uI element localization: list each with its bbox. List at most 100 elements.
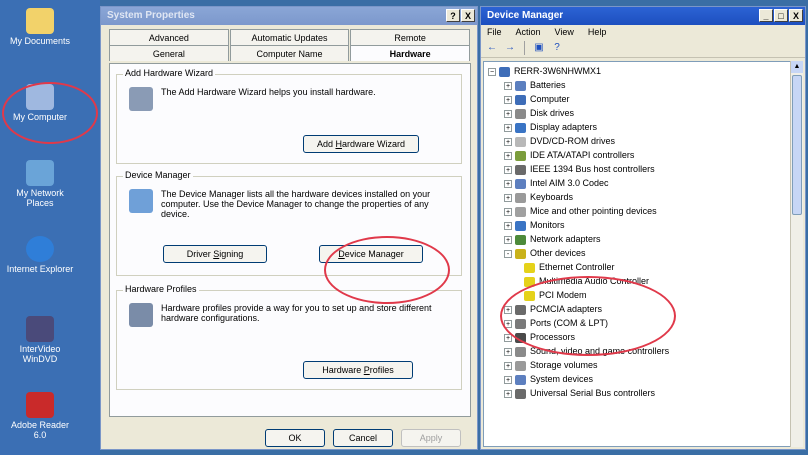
device-label: Other devices	[530, 248, 586, 258]
button-label-part: evice Manager	[344, 249, 404, 259]
expand-icon[interactable]: +	[504, 109, 512, 118]
button-label-part: rofiles	[369, 365, 394, 375]
device-category[interactable]: + Computer	[504, 92, 570, 106]
device-category[interactable]: + Sound, video and game controllers	[504, 344, 669, 358]
device-category[interactable]: + Mice and other pointing devices	[504, 204, 657, 218]
desktop-icon-internet-explorer[interactable]: Internet Explorer	[4, 236, 76, 274]
properties-icon[interactable]: ▣	[532, 41, 546, 55]
minimize-button[interactable]: _	[759, 9, 773, 22]
device-label: Ethernet Controller	[539, 262, 615, 272]
group-description: The Add Hardware Wizard helps you instal…	[161, 87, 376, 97]
device-label: IEEE 1394 Bus host controllers	[530, 164, 655, 174]
scroll-up-icon[interactable]: ▲	[791, 61, 803, 73]
back-arrow-icon[interactable]: ←	[485, 41, 499, 55]
scroll-thumb[interactable]	[792, 75, 802, 215]
menu-view[interactable]: View	[555, 25, 574, 39]
cancel-button[interactable]: Cancel	[333, 429, 393, 447]
internet-explorer-icon	[26, 236, 54, 262]
device-manager-button[interactable]: Device Manager	[319, 245, 423, 263]
device-category[interactable]: + Storage volumes	[504, 358, 598, 372]
tab-advanced[interactable]: Advanced	[109, 29, 229, 45]
expand-icon[interactable]: +	[504, 193, 512, 202]
expand-icon[interactable]: +	[504, 151, 512, 160]
hardware-profiles-button[interactable]: Hardware Profiles	[303, 361, 413, 379]
device-category[interactable]: + IEEE 1394 Bus host controllers	[504, 162, 655, 176]
desktop-icon-windvd[interactable]: InterVideo WinDVD	[4, 316, 76, 364]
tab-automatic-updates[interactable]: Automatic Updates	[229, 29, 350, 45]
expand-icon[interactable]: +	[504, 235, 512, 244]
close-button[interactable]: X	[461, 9, 475, 22]
add-hardware-wizard-button[interactable]: Add Hardware Wizard	[303, 135, 419, 153]
expand-icon[interactable]: +	[504, 319, 512, 328]
vertical-scrollbar[interactable]: ▲	[790, 61, 803, 447]
menu-help[interactable]: Help	[588, 25, 607, 39]
device-category[interactable]: + PCMCIA adapters	[504, 302, 602, 316]
device-label: PCMCIA adapters	[530, 304, 603, 314]
device-category[interactable]: + Network adapters	[504, 232, 601, 246]
device-category-icon	[515, 248, 526, 259]
menu-action[interactable]: Action	[516, 25, 541, 39]
tab-computer-name[interactable]: Computer Name	[229, 45, 350, 61]
device-item[interactable]: PCI Modem	[524, 288, 587, 302]
device-category[interactable]: + Ports (COM & LPT)	[504, 316, 608, 330]
expand-icon[interactable]: +	[504, 165, 512, 174]
device-category-icon	[515, 136, 526, 147]
collapse-icon[interactable]: −	[488, 67, 496, 76]
device-category[interactable]: + Display adapters	[504, 120, 597, 134]
expand-icon[interactable]: +	[504, 81, 512, 90]
expand-icon[interactable]: +	[504, 137, 512, 146]
unknown-device-icon	[524, 262, 535, 273]
expand-icon[interactable]: +	[504, 221, 512, 230]
menu-file[interactable]: File	[487, 25, 502, 39]
maximize-button[interactable]: □	[774, 9, 788, 22]
tree-root[interactable]: − RERR-3W6NHWMX1	[488, 64, 601, 78]
device-item[interactable]: Multimedia Audio Controller	[524, 274, 649, 288]
button-label-part: ardware Wizard	[341, 139, 406, 149]
device-category[interactable]: + Keyboards	[504, 190, 573, 204]
device-category-icon	[515, 388, 526, 399]
device-item[interactable]: Ethernet Controller	[524, 260, 615, 274]
device-category[interactable]: - Other devices	[504, 246, 586, 260]
device-category[interactable]: + Processors	[504, 330, 575, 344]
menu-bar: File Action View Help	[481, 25, 805, 39]
desktop-icon-my-documents[interactable]: My Documents	[4, 8, 76, 46]
tab-general[interactable]: General	[109, 45, 229, 61]
ok-button[interactable]: OK	[265, 429, 325, 447]
device-manager-titlebar[interactable]: Device Manager _ □ X	[481, 7, 805, 25]
expand-icon[interactable]: +	[504, 305, 512, 314]
tab-remote[interactable]: Remote	[350, 29, 471, 45]
device-category[interactable]: + Intel AIM 3.0 Codec	[504, 176, 609, 190]
collapse-icon[interactable]: -	[504, 249, 512, 258]
group-description: The Device Manager lists all the hardwar…	[161, 189, 431, 219]
help-button[interactable]: ?	[446, 9, 460, 22]
forward-arrow-icon[interactable]: →	[503, 41, 517, 55]
system-properties-titlebar[interactable]: System Properties ? X	[101, 7, 477, 25]
device-category[interactable]: + System devices	[504, 372, 593, 386]
expand-icon[interactable]: +	[504, 179, 512, 188]
expand-icon[interactable]: +	[504, 95, 512, 104]
desktop-icon-network[interactable]: My Network Places	[4, 160, 76, 208]
device-category[interactable]: + Universal Serial Bus controllers	[504, 386, 655, 400]
device-category[interactable]: + Batteries	[504, 78, 566, 92]
expand-icon[interactable]: +	[504, 333, 512, 342]
device-category-icon	[515, 164, 526, 175]
driver-signing-button[interactable]: Driver Signing	[163, 245, 267, 263]
expand-icon[interactable]: +	[504, 347, 512, 356]
desktop-icon-adobe-reader[interactable]: Adobe Reader 6.0	[4, 392, 76, 440]
help-icon[interactable]: ?	[550, 41, 564, 55]
desktop-icon-my-computer[interactable]: My Computer	[4, 84, 76, 122]
device-category[interactable]: + IDE ATA/ATAPI controllers	[504, 148, 634, 162]
expand-icon[interactable]: +	[504, 361, 512, 370]
tab-hardware[interactable]: Hardware	[350, 45, 471, 61]
expand-icon[interactable]: +	[504, 207, 512, 216]
expand-icon[interactable]: +	[504, 123, 512, 132]
device-category-icon	[515, 304, 526, 315]
apply-button[interactable]: Apply	[401, 429, 461, 447]
expand-icon[interactable]: +	[504, 375, 512, 384]
device-category[interactable]: + DVD/CD-ROM drives	[504, 134, 615, 148]
unknown-device-icon	[524, 290, 535, 301]
device-category[interactable]: + Disk drives	[504, 106, 574, 120]
close-button[interactable]: X	[789, 9, 803, 22]
expand-icon[interactable]: +	[504, 389, 512, 398]
device-category[interactable]: + Monitors	[504, 218, 565, 232]
